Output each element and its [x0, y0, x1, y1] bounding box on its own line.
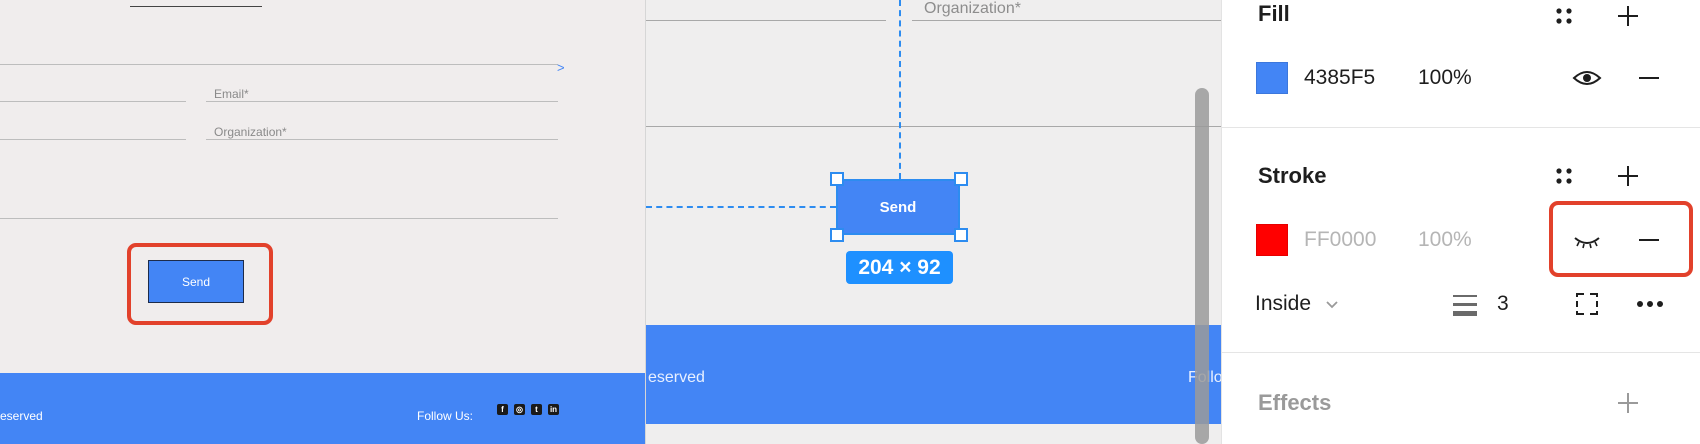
stroke-weight-value[interactable]: 3 — [1497, 292, 1509, 316]
fill-opacity-value[interactable]: 100% — [1418, 66, 1472, 90]
organization-field-label: Organization* — [214, 125, 287, 139]
prototype-preview: > Email* Organization* Send eserved Foll… — [0, 0, 646, 444]
footer-copyright-text: eserved — [648, 369, 705, 386]
twitter-icon[interactable]: t — [531, 404, 542, 415]
stroke-position-label: Inside — [1255, 292, 1312, 315]
add-effect-icon[interactable] — [1614, 389, 1642, 417]
footer-copyright-text: eserved — [0, 409, 43, 423]
instagram-icon[interactable]: ◎ — [514, 404, 525, 415]
chevron-right-icon[interactable]: > — [557, 60, 565, 75]
facebook-icon[interactable]: f — [497, 404, 508, 415]
more-options-icon[interactable] — [1635, 290, 1665, 318]
email-field-label: Email* — [214, 87, 249, 101]
figma-editor: Organization* Send 204 × 92 eserved Foll… — [0, 0, 1700, 444]
fill-hex-value[interactable]: 4385F5 — [1304, 66, 1375, 90]
stroke-weight-icon — [1451, 292, 1479, 318]
highlight-annotation — [127, 243, 273, 325]
heading-underline — [130, 6, 262, 7]
fill-color-swatch[interactable] — [1256, 62, 1288, 94]
linkedin-icon[interactable]: in — [548, 404, 559, 415]
resize-handle-bottom-right[interactable] — [954, 228, 968, 242]
textarea-underline — [646, 126, 1221, 127]
section-divider — [1222, 352, 1700, 353]
remove-fill-icon[interactable] — [1635, 64, 1663, 92]
phone-field-underline — [0, 139, 186, 140]
resize-handle-top-right[interactable] — [954, 172, 968, 186]
organization-field-underline[interactable] — [206, 139, 558, 140]
stroke-hex-value[interactable]: FF0000 — [1304, 228, 1376, 252]
message-field-underline[interactable] — [0, 218, 558, 219]
style-grid-icon[interactable] — [1550, 2, 1578, 30]
resize-handle-bottom-left[interactable] — [830, 228, 844, 242]
organization-field-label: Organization* — [924, 0, 1021, 17]
field-underline — [646, 20, 886, 21]
canvas-scrollbar[interactable] — [1195, 88, 1209, 444]
name-field-underline — [0, 101, 186, 102]
add-fill-icon[interactable] — [1614, 2, 1642, 30]
stroke-opacity-value[interactable]: 100% — [1418, 228, 1472, 252]
footer-follow-label: Follow Us: — [417, 409, 474, 423]
individual-strokes-icon[interactable] — [1573, 290, 1601, 318]
email-field-underline[interactable] — [206, 101, 558, 102]
resize-handle-top-left[interactable] — [830, 172, 844, 186]
stroke-section-title: Stroke — [1258, 163, 1327, 188]
divider-line — [0, 64, 558, 65]
section-divider — [1222, 127, 1700, 128]
stroke-color-swatch[interactable] — [1256, 224, 1288, 256]
field-underline — [912, 20, 1221, 21]
selected-send-button[interactable]: Send — [836, 179, 960, 235]
style-grid-icon[interactable] — [1550, 162, 1578, 190]
chevron-down-icon — [1325, 292, 1339, 316]
fill-section-title: Fill — [1258, 1, 1290, 26]
dimension-badge: 204 × 92 — [846, 251, 953, 284]
highlight-annotation — [1549, 201, 1693, 277]
eye-icon[interactable] — [1571, 64, 1603, 92]
stroke-position-select[interactable]: Inside — [1255, 292, 1339, 316]
effects-section-title: Effects — [1258, 390, 1332, 415]
spacing-guide-horizontal — [646, 206, 836, 208]
spacing-guide-vertical — [899, 0, 901, 179]
add-stroke-icon[interactable] — [1614, 162, 1642, 190]
